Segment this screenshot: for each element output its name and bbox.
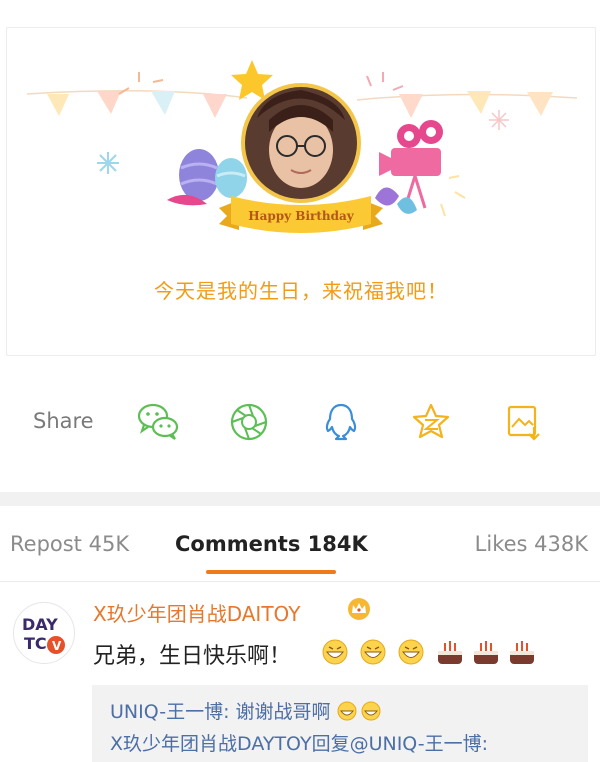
section-divider [0,492,600,506]
cake-emoji [510,641,534,664]
birthday-message: 今天是我的生日，来祝福我吧！ [154,279,448,303]
wechat-icon[interactable] [135,399,181,445]
reply-box[interactable]: UNIQ-王一博: 谢谢战哥啊 X玖少年团肖战DAYTOY回复@UNIQ-王一博… [92,685,588,762]
cake-emoji [438,641,462,664]
reply-line: X玖少年团肖战DAYTOY回复@UNIQ-王一博: [110,733,489,755]
svg-text:TC: TC [24,634,47,653]
birthday-illustration: Happy Birthday [26,60,578,233]
tab-likes[interactable]: Likes 438K [475,532,588,556]
birthday-card: Happy Birthday 今天是我的生日，来祝福我吧！ [6,27,596,356]
emoji-row [322,637,542,667]
reply-text: UNIQ-王一博: 谢谢战哥啊 [110,701,331,723]
grin-emoji-pair [337,701,381,721]
comment-text: 兄弟，生日快乐啊！ [93,644,292,669]
grin-emoji [322,639,348,665]
comment-username[interactable]: X玖少年团肖战DAITOY [93,598,300,627]
svg-text:V: V [52,639,62,653]
grin-emoji [398,639,424,665]
reply-line: UNIQ-王一博: 谢谢战哥啊 [110,697,385,724]
moments-icon[interactable] [226,399,272,445]
crown-icon [346,597,372,625]
tab-comments[interactable]: Comments 184K [175,532,368,556]
save-image-icon[interactable] [500,399,546,445]
tab-repost[interactable]: Repost 45K [10,532,129,556]
svg-text:DAY: DAY [22,615,58,634]
grin-emoji [360,639,386,665]
comment-item: DAY TC V X玖少年团肖战DAITOY 兄弟，生日快乐啊！ UNIQ-王一… [0,582,600,762]
interaction-tabs: Repost 45K Comments 184K Likes 438K [0,506,600,582]
avatar[interactable]: DAY TC V [13,602,75,664]
qzone-icon[interactable] [408,399,454,445]
qq-icon[interactable] [318,399,364,445]
birthday-badge: Happy Birthday [248,209,355,223]
active-tab-indicator [206,570,336,574]
share-bar: Share [0,395,600,455]
share-label: Share [33,409,94,433]
cake-emoji [474,641,498,664]
